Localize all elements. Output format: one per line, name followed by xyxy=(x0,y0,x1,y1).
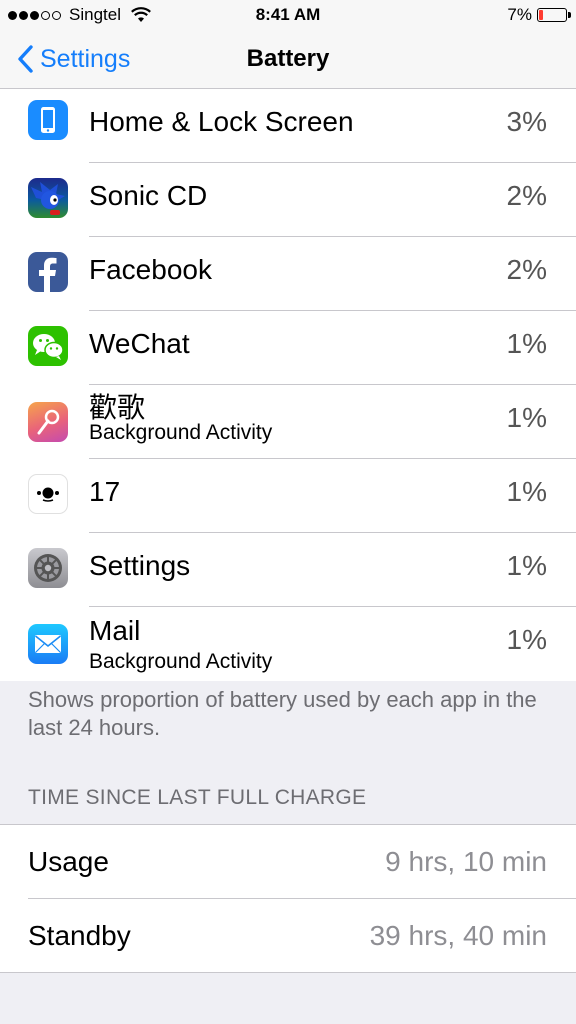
stat-row-usage: Usage 9 hrs, 10 min xyxy=(0,825,576,898)
app-percent: 1% xyxy=(506,476,547,507)
standby-label: Standby xyxy=(28,920,131,951)
app-name: Facebook xyxy=(89,254,212,285)
standby-value: 39 hrs, 40 min xyxy=(369,920,547,951)
app-row-home-lock-screen[interactable]: Home & Lock Screen 3% xyxy=(0,89,576,163)
app-percent: 1% xyxy=(506,624,547,655)
huange-icon xyxy=(28,402,68,442)
battery-icon xyxy=(537,8,571,22)
status-time: 8:41 AM xyxy=(255,5,321,24)
stat-row-standby: Standby 39 hrs, 40 min xyxy=(28,898,576,972)
app-row-wechat[interactable]: WeChat 1% xyxy=(0,311,576,385)
app-percent: 2% xyxy=(506,180,547,211)
app-subtitle: Background Activity xyxy=(89,421,273,444)
sonic-cd-icon xyxy=(28,178,68,218)
app-name: Mail xyxy=(89,615,141,646)
app-percent: 3% xyxy=(506,106,547,137)
app-name: Sonic CD xyxy=(89,180,208,211)
navigation-bar: Settings Battery xyxy=(0,30,576,89)
app-name: 17 xyxy=(89,476,121,507)
app-row-settings[interactable]: Settings 1% xyxy=(0,533,576,607)
status-bar: Singtel 8:41 AM 7% xyxy=(0,0,576,30)
settings-gear-icon xyxy=(28,548,68,588)
usage-value: 9 hrs, 10 min xyxy=(385,846,547,877)
app-row-facebook[interactable]: Facebook 2% xyxy=(0,237,576,311)
usage-label: Usage xyxy=(28,846,109,877)
app-name: 歡歌 xyxy=(89,392,146,423)
facebook-icon xyxy=(28,252,68,292)
app-row-mail[interactable]: Mail Background Activity 1% xyxy=(0,607,576,681)
battery-usage-note: Shows proportion of battery used by each… xyxy=(28,687,537,740)
app-name: Home & Lock Screen xyxy=(89,106,354,137)
app-row-huange[interactable]: 歡歌 Background Activity 1% xyxy=(0,385,576,459)
charge-stats: Usage 9 hrs, 10 min Standby 39 hrs, 40 m… xyxy=(0,824,576,973)
app-name: WeChat xyxy=(89,328,190,359)
home-lock-screen-icon xyxy=(28,100,68,140)
section-header-last-charge: TIME SINCE LAST FULL CHARGE xyxy=(28,786,367,809)
app-name: Settings xyxy=(89,550,191,581)
app-percent: 1% xyxy=(506,402,547,433)
wechat-icon xyxy=(28,326,68,366)
app-percent: 2% xyxy=(506,254,547,285)
page-title: Battery xyxy=(246,45,330,72)
app-usage-list: Home & Lock Screen 3% Sonic CD 2% Facebo… xyxy=(0,89,576,681)
app-percent: 1% xyxy=(506,550,547,581)
mail-icon xyxy=(28,624,68,664)
battery-percent: 7% xyxy=(507,5,532,24)
status-right: 7% xyxy=(507,5,571,25)
app-17-icon xyxy=(28,474,68,514)
app-subtitle: Background Activity xyxy=(89,650,273,673)
app-row-17[interactable]: 17 1% xyxy=(0,459,576,533)
app-row-sonic-cd[interactable]: Sonic CD 2% xyxy=(0,163,576,237)
app-percent: 1% xyxy=(506,328,547,359)
